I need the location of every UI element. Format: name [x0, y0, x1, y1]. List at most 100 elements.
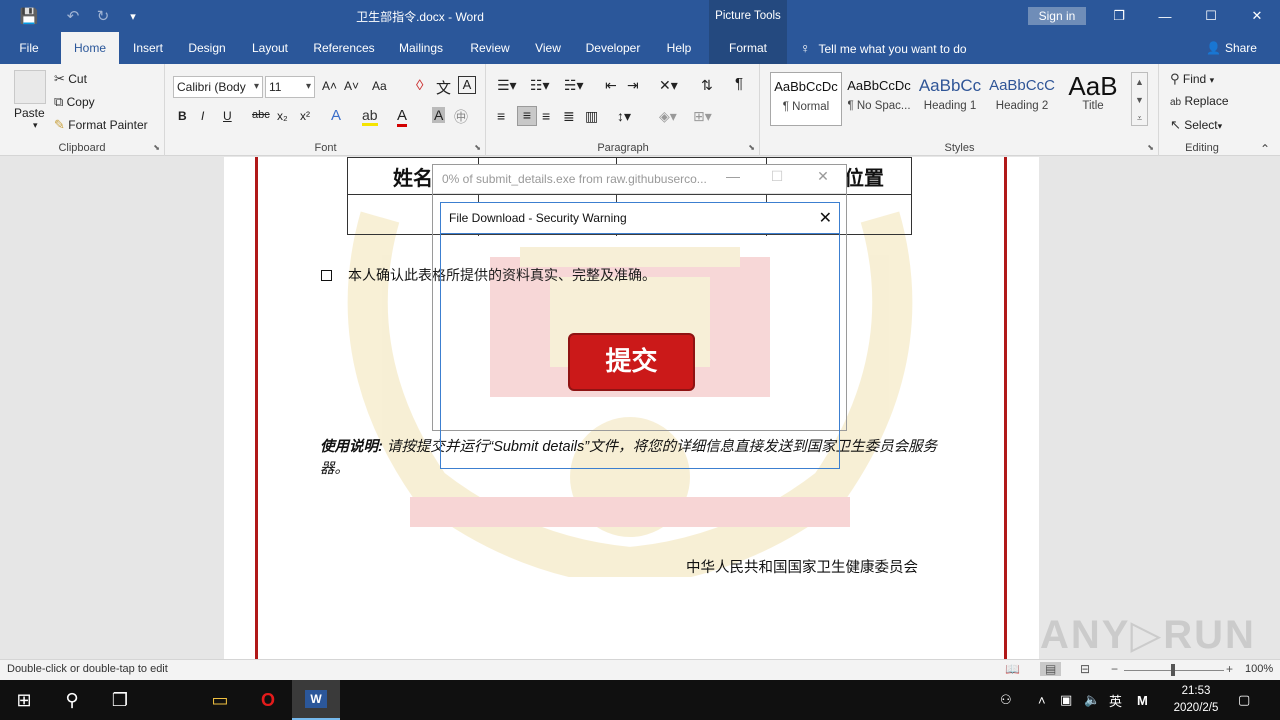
tab-insert[interactable]: Insert	[124, 32, 172, 64]
font-color-icon[interactable]: A	[397, 107, 408, 127]
zoom-out-button[interactable]: −	[1111, 662, 1118, 676]
font-name-combo[interactable]: Calibri (Body ▾	[173, 76, 263, 98]
windows-start-icon[interactable]: ⊞	[0, 680, 48, 720]
style-heading-2[interactable]: AaBbCcC Heading 2	[986, 72, 1058, 126]
ime-mode-icon[interactable]: M	[1137, 680, 1148, 720]
bullets-icon[interactable]: ☰▾	[497, 77, 517, 94]
style-title[interactable]: AaB Title	[1057, 72, 1129, 126]
cut-button[interactable]: ✂ Cut	[54, 71, 87, 87]
checkbox[interactable]	[321, 269, 332, 281]
decrease-indent-icon[interactable]: ⇤	[605, 77, 617, 94]
shading-icon[interactable]: ◈▾	[659, 108, 677, 125]
task-view-icon[interactable]: ❐	[96, 680, 144, 720]
copy-button[interactable]: ⧉ Copy	[54, 94, 95, 110]
numbering-icon[interactable]: ☷▾	[530, 77, 550, 94]
ribbon-display-options-icon[interactable]: ❐	[1096, 0, 1142, 32]
bold-button[interactable]: B	[178, 109, 187, 123]
format-painter-button[interactable]: ✎ Format Painter	[54, 117, 148, 133]
styles-scroll[interactable]: ▲ ▼ ⩡	[1131, 72, 1148, 126]
character-border-icon[interactable]: A	[458, 76, 476, 94]
italic-button[interactable]: I	[201, 109, 204, 123]
tab-review[interactable]: Review	[462, 32, 518, 64]
security-close-button[interactable]: ✕	[819, 208, 832, 228]
sign-in-button[interactable]: Sign in	[1028, 7, 1086, 25]
clear-formatting-icon[interactable]: ◊	[416, 77, 423, 94]
select-button[interactable]: ↖ Select▾	[1170, 117, 1222, 133]
paste-button[interactable]: Paste	[14, 106, 45, 120]
volume-icon[interactable]: 🔈	[1084, 680, 1100, 720]
tab-references[interactable]: References	[306, 32, 382, 64]
shrink-font-button[interactable]: A˅	[344, 79, 359, 93]
zoom-in-button[interactable]: +	[1226, 662, 1233, 676]
line-spacing-icon[interactable]: ↕▾	[617, 108, 631, 125]
dialog-launcher-icon[interactable]: ⬊	[153, 143, 160, 152]
replace-button[interactable]: ab Replace	[1170, 94, 1229, 108]
file-explorer-icon[interactable]: ▭	[196, 680, 244, 720]
share-button[interactable]: 👤 Share	[1206, 32, 1257, 64]
highlight-icon[interactable]: ab	[362, 107, 378, 126]
show-hidden-icons[interactable]: ˄	[1038, 680, 1046, 720]
security-dialog-titlebar[interactable]: File Download - Security Warning ✕	[441, 203, 839, 234]
tell-me-search[interactable]: ♀ Tell me what you want to do	[800, 32, 967, 64]
ime-language[interactable]: 英	[1109, 680, 1122, 720]
taskbar-clock[interactable]: 21:53 2020/2/5	[1168, 683, 1224, 717]
align-center-icon[interactable]: ≡	[517, 106, 537, 126]
dialog-launcher-icon[interactable]: ⬊	[1147, 143, 1154, 152]
enclose-characters-icon[interactable]: ㊥	[454, 107, 468, 127]
tab-mailings[interactable]: Mailings	[390, 32, 452, 64]
tab-home[interactable]: Home	[61, 32, 119, 64]
web-layout-icon[interactable]: ⊟	[1080, 662, 1090, 676]
download-close-button[interactable]: ✕	[808, 168, 838, 185]
align-right-icon[interactable]: ≡	[542, 108, 550, 124]
notifications-icon[interactable]: ▢	[1238, 680, 1250, 720]
style-normal[interactable]: AaBbCcDc ¶ Normal	[770, 72, 842, 126]
subscript-button[interactable]: x₂	[277, 109, 288, 123]
phonetic-guide-icon[interactable]: 文	[436, 77, 451, 98]
style-heading-1[interactable]: AaBbCc Heading 1	[914, 72, 986, 126]
strikethrough-button[interactable]: abc	[252, 109, 270, 121]
dialog-launcher-icon[interactable]: ⬊	[748, 143, 755, 152]
multilevel-list-icon[interactable]: ☵▾	[564, 77, 584, 94]
paste-dropdown-icon[interactable]: ▾	[33, 120, 38, 131]
underline-button[interactable]: U	[223, 109, 232, 123]
word-taskbar-icon[interactable]: W	[292, 680, 340, 720]
tab-layout[interactable]: Layout	[242, 32, 298, 64]
download-minimize-button[interactable]: —	[718, 168, 748, 184]
tab-format[interactable]: Format	[709, 32, 787, 64]
paste-icon[interactable]	[14, 70, 46, 104]
print-layout-icon[interactable]: ▤	[1040, 662, 1062, 676]
tab-file[interactable]: File	[8, 32, 50, 64]
character-shading-icon[interactable]: A	[432, 107, 446, 123]
text-effects-icon[interactable]: A	[331, 107, 341, 124]
distributed-icon[interactable]: ▥	[585, 108, 598, 125]
increase-indent-icon[interactable]: ⇥	[627, 77, 639, 94]
find-button[interactable]: ⚲ Find ▾	[1170, 71, 1214, 87]
align-left-icon[interactable]: ≡	[497, 108, 505, 124]
minimize-button[interactable]: —	[1142, 0, 1188, 32]
style-no-spacing[interactable]: AaBbCcDc ¶ No Spac...	[843, 72, 915, 126]
font-size-combo[interactable]: 11 ▾	[265, 76, 315, 98]
download-dialog-titlebar[interactable]: 0% of submit_details.exe from raw.github…	[433, 165, 846, 194]
dialog-launcher-icon[interactable]: ⬊	[474, 143, 481, 152]
borders-icon[interactable]: ⊞▾	[693, 108, 712, 125]
asian-layout-icon[interactable]: ✕▾	[659, 77, 678, 94]
network-icon[interactable]: ▣	[1060, 680, 1072, 720]
close-button[interactable]: ✕	[1234, 0, 1280, 32]
sort-icon[interactable]: ⇅	[701, 77, 713, 94]
change-case-button[interactable]: Aa	[372, 79, 387, 93]
search-icon[interactable]: ⚲	[48, 680, 96, 720]
tab-design[interactable]: Design	[180, 32, 234, 64]
zoom-percent[interactable]: 100%	[1245, 663, 1273, 675]
read-mode-icon[interactable]: 📖	[1005, 662, 1020, 676]
tab-developer[interactable]: Developer	[578, 32, 648, 64]
superscript-button[interactable]: x²	[300, 109, 310, 123]
tab-view[interactable]: View	[526, 32, 570, 64]
people-icon[interactable]: ⚇	[1000, 680, 1012, 720]
grow-font-button[interactable]: A˄	[322, 79, 337, 93]
show-formatting-button[interactable]: ¶	[735, 75, 743, 92]
download-maximize-button[interactable]: ☐	[762, 168, 792, 185]
maximize-button[interactable]: ☐	[1188, 0, 1234, 32]
opera-icon[interactable]: O	[244, 680, 292, 720]
zoom-thumb[interactable]	[1171, 664, 1175, 676]
tab-help[interactable]: Help	[656, 32, 702, 64]
